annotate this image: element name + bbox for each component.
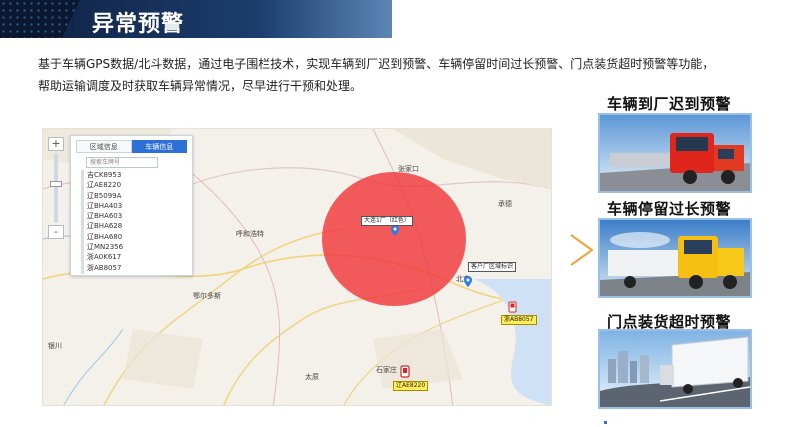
truck-marker-icon[interactable] bbox=[508, 301, 517, 313]
vehicle-list-container: 吉CK8953 辽AE8220 辽B5099A 辽BHA403 辽BHA603 … bbox=[81, 170, 192, 277]
red-truck-icon bbox=[600, 115, 750, 191]
city-hohhot: 呼和浩特 bbox=[236, 230, 264, 238]
vehicle-tag[interactable]: 浙AB8057 bbox=[501, 315, 537, 325]
tab-region-info[interactable]: 区域信息 bbox=[76, 140, 132, 153]
page-title: 异常预警 bbox=[92, 12, 185, 37]
city-zhangjiakou: 张家口 bbox=[398, 165, 419, 173]
zoom-slider-handle[interactable] bbox=[50, 181, 62, 187]
zoom-slider[interactable] bbox=[50, 153, 62, 223]
city-taiyuan: 太原 bbox=[305, 373, 319, 381]
truck-marker-icon[interactable] bbox=[400, 365, 410, 378]
vehicle-search-input[interactable]: 搜索车牌号 bbox=[86, 157, 158, 168]
city-erdos: 鄂尔多斯 bbox=[193, 292, 221, 300]
region-tag[interactable]: 大连1厂（红色） bbox=[361, 216, 413, 226]
location-pin-icon[interactable] bbox=[464, 276, 472, 287]
card-image-late-arrival bbox=[598, 113, 752, 193]
map-view[interactable]: + - 区域信息 车辆信息 搜索车牌号 吉CK8953 辽AE8220 辽B50… bbox=[42, 128, 552, 406]
city-yinchuan: 银川 bbox=[48, 342, 62, 350]
zoom-out-button[interactable]: - bbox=[48, 225, 64, 239]
list-item[interactable]: 辽AE8220 bbox=[87, 180, 192, 190]
list-item[interactable]: 辽B5099A bbox=[87, 191, 192, 201]
card-title-long-stay: 车辆停留过长预警 bbox=[607, 200, 732, 218]
card-image-long-stay bbox=[598, 218, 752, 298]
yellow-truck-icon bbox=[600, 220, 750, 296]
list-scrollbar[interactable] bbox=[81, 170, 84, 274]
list-item[interactable]: 辽BHA628 bbox=[87, 221, 192, 231]
list-item[interactable]: 辽BHA403 bbox=[87, 201, 192, 211]
slide: 异常预警 基于车辆GPS数据/北斗数据，通过电子围栏技术，实现车辆到厂迟到预警、… bbox=[0, 0, 800, 427]
card-image-loading-timeout bbox=[598, 329, 752, 409]
vehicle-list: 吉CK8953 辽AE8220 辽B5099A 辽BHA403 辽BHA603 … bbox=[87, 170, 192, 273]
chevron-right-icon bbox=[570, 234, 594, 266]
zoom-control[interactable]: + - bbox=[48, 137, 64, 241]
vehicle-panel: 区域信息 车辆信息 搜索车牌号 吉CK8953 辽AE8220 辽B5099A … bbox=[70, 135, 193, 276]
description: 基于车辆GPS数据/北斗数据，通过电子围栏技术，实现车辆到厂迟到预警、车辆停留时… bbox=[38, 53, 758, 97]
white-truck-icon bbox=[600, 331, 750, 407]
region-tag-2[interactable]: 客户厂区域标识 bbox=[468, 262, 517, 272]
panel-tabs: 区域信息 车辆信息 bbox=[76, 140, 187, 153]
city-chengde: 承德 bbox=[498, 200, 512, 208]
list-item[interactable]: 吉CK8953 bbox=[87, 170, 192, 180]
description-line-1: 基于车辆GPS数据/北斗数据，通过电子围栏技术，实现车辆到厂迟到预警、车辆停留时… bbox=[38, 57, 715, 71]
location-pin-icon[interactable] bbox=[391, 225, 399, 236]
list-item[interactable]: 浙A0K617 bbox=[87, 252, 192, 262]
vehicle-tag[interactable]: 辽AE8220 bbox=[393, 381, 429, 391]
scroll-indicator bbox=[604, 421, 607, 424]
zoom-in-button[interactable]: + bbox=[48, 137, 64, 151]
list-item[interactable]: 辽BHA680 bbox=[87, 232, 192, 242]
city-shijiazhuang: 石家庄 bbox=[376, 366, 397, 374]
geofence-circle[interactable] bbox=[322, 172, 466, 306]
tab-vehicle-info[interactable]: 车辆信息 bbox=[131, 140, 187, 153]
list-item[interactable]: 辽MN2356 bbox=[87, 242, 192, 252]
card-title-late-arrival: 车辆到厂迟到预警 bbox=[607, 95, 732, 113]
list-item[interactable]: 辽BHA603 bbox=[87, 211, 192, 221]
list-item[interactable]: 浙AB8057 bbox=[87, 263, 192, 273]
